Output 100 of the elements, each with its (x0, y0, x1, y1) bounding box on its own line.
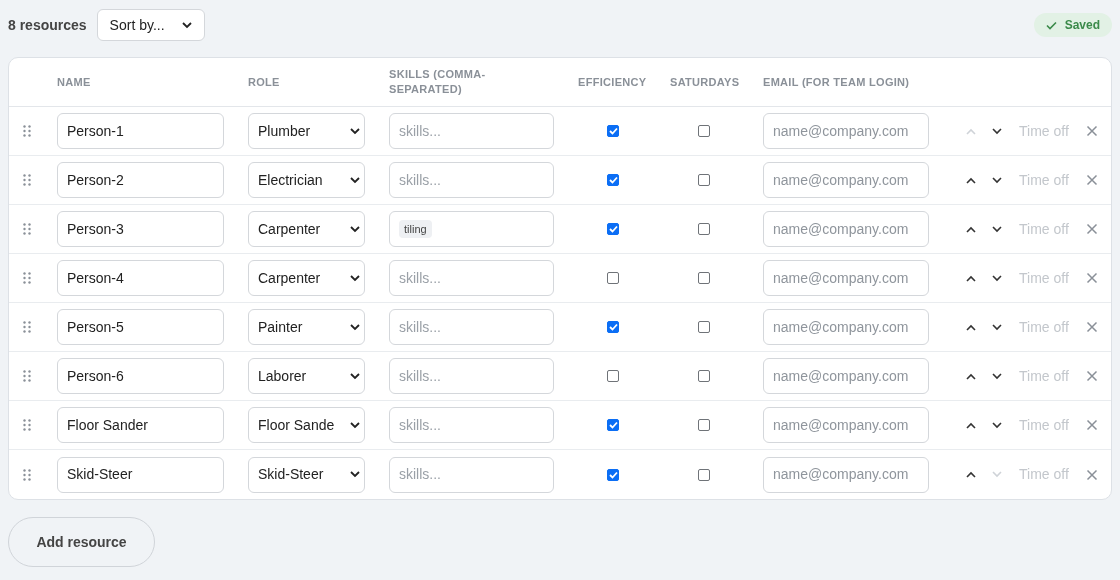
sort-dropdown[interactable]: Sort by... (96, 9, 205, 41)
skills-field[interactable]: skills... (389, 162, 554, 198)
drag-handle-icon[interactable] (23, 370, 31, 382)
close-icon[interactable] (1085, 272, 1098, 284)
chevron-down-icon[interactable] (181, 21, 192, 29)
drag-handle-icon[interactable] (23, 174, 31, 186)
chevron-down-icon[interactable] (350, 274, 360, 282)
move-down-icon[interactable] (992, 176, 1002, 184)
move-up-icon[interactable] (966, 421, 976, 429)
add-resource-button[interactable]: Add resource (8, 517, 155, 567)
name-field[interactable]: Person-4 (57, 260, 224, 296)
drag-handle-icon[interactable] (23, 321, 31, 333)
time-off-button[interactable]: Time off (1019, 120, 1069, 142)
checkbox[interactable] (698, 272, 710, 284)
email-field[interactable]: name@company.com (763, 260, 929, 296)
skills-field[interactable]: skills... (389, 113, 554, 149)
time-off-button[interactable]: Time off (1019, 169, 1069, 191)
column-header: NAME (57, 74, 92, 90)
name-field[interactable]: Skid-Steer (57, 456, 224, 493)
close-icon[interactable] (1085, 223, 1098, 235)
name-field[interactable]: Floor Sander (57, 407, 224, 443)
time-off-button[interactable]: Time off (1019, 464, 1069, 485)
email-field[interactable]: name@company.com (763, 456, 929, 493)
name-field[interactable]: Person-5 (57, 309, 224, 345)
move-up-icon[interactable] (966, 274, 976, 282)
time-off-button[interactable]: Time off (1019, 414, 1069, 436)
checkbox[interactable] (698, 419, 710, 431)
checkbox[interactable] (607, 272, 619, 284)
move-down-icon[interactable] (992, 127, 1002, 135)
skills-field[interactable]: skills... (389, 407, 554, 443)
skills-field[interactable]: skills... (389, 260, 554, 296)
move-down-icon[interactable] (992, 372, 1002, 380)
chevron-down-icon[interactable] (350, 127, 360, 135)
move-up-icon[interactable] (966, 225, 976, 233)
checkbox[interactable] (607, 321, 619, 333)
close-icon[interactable] (1085, 419, 1098, 431)
role-dropdown[interactable]: Carpenter (248, 211, 365, 247)
time-off-button[interactable]: Time off (1019, 267, 1069, 289)
drag-handle-icon[interactable] (23, 272, 31, 284)
checkbox[interactable] (607, 419, 619, 431)
move-up-icon[interactable] (966, 176, 976, 184)
time-off-button[interactable]: Time off (1019, 218, 1069, 240)
drag-handle-icon[interactable] (23, 125, 31, 137)
checkbox[interactable] (698, 468, 710, 481)
email-field[interactable]: name@company.com (763, 113, 929, 149)
move-up-icon[interactable] (966, 471, 976, 478)
checkbox[interactable] (607, 370, 619, 382)
chevron-down-icon[interactable] (350, 372, 360, 380)
role-dropdown[interactable]: Electrician (248, 162, 365, 198)
email-field[interactable]: name@company.com (763, 407, 929, 443)
skills-field[interactable]: skills... (389, 456, 554, 493)
checkbox[interactable] (698, 125, 710, 137)
email-field[interactable]: name@company.com (763, 358, 929, 394)
chevron-down-icon[interactable] (350, 421, 360, 429)
drag-handle-icon[interactable] (23, 223, 31, 235)
checkbox[interactable] (698, 223, 710, 235)
checkbox[interactable] (607, 468, 619, 481)
checkbox[interactable] (607, 223, 619, 235)
time-off-button[interactable]: Time off (1019, 316, 1069, 338)
time-off-button[interactable]: Time off (1019, 365, 1069, 387)
skills-field[interactable]: skills... (389, 309, 554, 345)
role-dropdown[interactable]: Skid-Steer (248, 456, 365, 493)
move-down-icon[interactable] (992, 323, 1002, 331)
close-icon[interactable] (1085, 174, 1098, 186)
move-up-icon[interactable] (966, 323, 976, 331)
checkbox[interactable] (607, 174, 619, 186)
chevron-down-icon[interactable] (350, 225, 360, 233)
chevron-down-icon[interactable] (350, 471, 360, 478)
chevron-down-icon[interactable] (350, 323, 360, 331)
name-field[interactable]: Person-6 (57, 358, 224, 394)
skills-field[interactable]: skills... (389, 358, 554, 394)
role-dropdown[interactable]: Laborer (248, 358, 365, 394)
drag-handle-icon[interactable] (23, 419, 31, 431)
move-down-icon[interactable] (992, 274, 1002, 282)
close-icon[interactable] (1085, 370, 1098, 382)
skill-tag: tiling (399, 219, 432, 239)
drag-handle-icon[interactable] (23, 468, 31, 481)
email-field[interactable]: name@company.com (763, 309, 929, 345)
role-dropdown[interactable]: Floor Sande (248, 407, 365, 443)
close-icon[interactable] (1085, 321, 1098, 333)
name-field[interactable]: Person-1 (57, 113, 224, 149)
move-up-icon[interactable] (966, 372, 976, 380)
checkbox[interactable] (607, 125, 619, 137)
name-field[interactable]: Person-2 (57, 162, 224, 198)
saved-badge: Saved (1033, 13, 1112, 37)
move-down-icon[interactable] (992, 421, 1002, 429)
checkbox[interactable] (698, 370, 710, 382)
chevron-down-icon[interactable] (350, 176, 360, 184)
role-dropdown[interactable]: Painter (248, 309, 365, 345)
role-dropdown[interactable]: Carpenter (248, 260, 365, 296)
move-down-icon[interactable] (992, 225, 1002, 233)
email-field[interactable]: name@company.com (763, 211, 929, 247)
close-icon[interactable] (1085, 125, 1098, 137)
close-icon[interactable] (1085, 468, 1098, 481)
skills-field[interactable]: tiling (389, 211, 554, 247)
name-field[interactable]: Person-3 (57, 211, 224, 247)
email-field[interactable]: name@company.com (763, 162, 929, 198)
role-dropdown[interactable]: Plumber (248, 113, 365, 149)
checkbox[interactable] (698, 174, 710, 186)
checkbox[interactable] (698, 321, 710, 333)
